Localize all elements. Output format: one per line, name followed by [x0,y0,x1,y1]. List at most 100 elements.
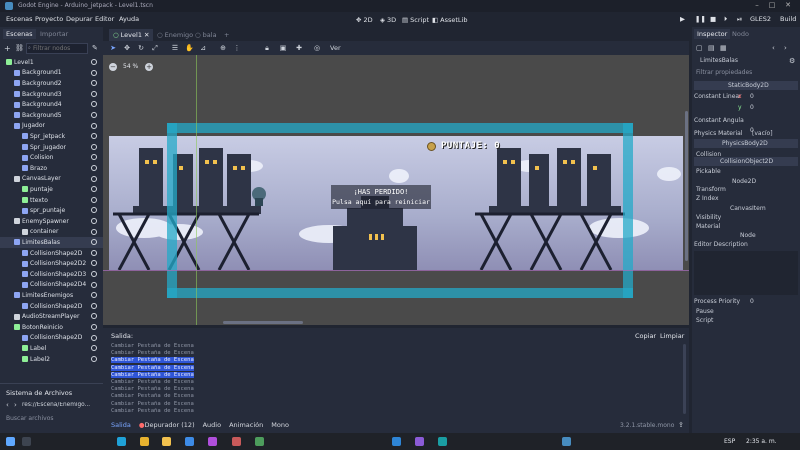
visibility-eye-icon[interactable] [91,196,97,203]
pause-icon[interactable]: ❚❚ [695,15,706,23]
windows-start-icon[interactable] [6,437,15,446]
smart-snap-icon[interactable]: ⋮ [233,44,241,52]
collision-shape-bottom[interactable] [167,288,633,298]
visibility-eye-icon[interactable] [91,175,97,182]
editor-description-field[interactable] [694,251,798,295]
ruler-icon[interactable]: ⊿ [199,44,207,52]
menu-proyecto[interactable]: Proyecto [35,15,63,23]
vscode-icon[interactable] [392,437,401,446]
scene-tree-node[interactable]: spr_puntaje [0,205,103,216]
visibility-eye-icon[interactable] [91,313,97,320]
link-icon[interactable]: ⛓ [15,44,24,52]
scene-tree-node[interactable]: puntaje [0,184,103,195]
canvas-viewport[interactable]: − 54 % + PUNTAJE: 0 ¡HAS PERDIDO! Pulsa … [103,55,689,325]
scene-tree-node[interactable]: EnemySpawner [0,216,103,227]
output-scrollbar[interactable] [683,344,686,414]
collision-shape-right[interactable] [623,123,633,298]
scene-tree-node[interactable]: ttexto [0,195,103,206]
menu-editor[interactable]: Editor [95,15,114,23]
visibility-eye-icon[interactable] [91,302,97,309]
visibility-eye-icon[interactable] [91,165,97,171]
stop-icon[interactable]: ■ [710,15,716,23]
pause-section[interactable]: Pause [696,308,714,315]
tab-bala[interactable]: ○ bala [191,29,221,41]
visibility-eye-icon[interactable] [91,260,97,267]
collision-shape-left[interactable] [167,123,177,298]
scene-tree-node[interactable]: CollisionShape2D [0,333,103,344]
search-files-input[interactable]: Buscar archivos [6,415,54,422]
visibility-eye-icon[interactable] [91,218,97,224]
history-back-icon[interactable]: ‹ [772,44,775,52]
scene-tree-node[interactable]: CollisionShape2D2 [0,258,103,269]
zoom-level[interactable]: 54 % [123,63,138,70]
scene-tree-node[interactable]: CollisionShape2D [0,248,103,259]
tab-depurador[interactable]: ●Depurador (12) [139,421,195,429]
godot-taskbar-icon[interactable] [562,437,571,446]
menu-ayuda[interactable]: Ayuda [119,15,139,23]
search-icon[interactable] [22,437,31,446]
tab-nodo[interactable]: Nodo [729,29,752,39]
chrome-icon[interactable] [140,437,149,446]
select-mode-icon[interactable]: ➤ [109,44,117,52]
snap-icon[interactable]: ⊕ [219,44,227,52]
visibility-eye-icon[interactable] [91,69,97,76]
close-tab-icon[interactable]: ✕ [144,31,149,39]
process-priority-value[interactable]: 0 [750,298,754,305]
back-icon[interactable]: ‹ [6,401,9,409]
settings-icon[interactable] [232,437,241,446]
scene-tree-node[interactable]: Spr_jugador [0,142,103,153]
physics-material-value[interactable]: [vacío] [752,130,773,137]
scene-tree-node[interactable]: LimitesBalas [0,237,103,248]
edge-icon[interactable] [117,437,126,446]
workspace-assetlib-button[interactable]: ◧ AssetLib [428,14,471,25]
scene-tree-node[interactable]: CanvasLayer [0,174,103,185]
view-menu[interactable]: Ver [330,44,341,52]
visibility-eye-icon[interactable] [91,143,97,150]
visibility-eye-icon[interactable] [91,90,97,97]
filter-properties-input[interactable]: Filtrar propiedades [696,69,752,76]
tab-inspector[interactable]: Inspector [694,29,731,39]
load-resource-icon[interactable]: ▤ [708,44,715,52]
maximize-icon[interactable]: □ [767,1,777,10]
scene-tree-node[interactable]: Background1 [0,68,103,79]
store-icon[interactable] [185,437,194,446]
visibility-eye-icon[interactable] [91,133,97,140]
mail-icon[interactable] [208,437,217,446]
bone-icon[interactable]: ✚ [295,44,303,52]
arduino-icon[interactable] [438,437,447,446]
scene-tree-node[interactable]: BotonReinicio [0,322,103,333]
language-indicator[interactable]: ESP [724,438,735,445]
add-node-icon[interactable]: + [4,44,11,53]
clock[interactable]: 2:35 a. m. [746,438,777,445]
scene-tree-node[interactable]: CollisionShape2D4 [0,280,103,291]
tab-mono[interactable]: Mono [271,421,289,429]
clear-button[interactable]: Limpiar [660,332,684,340]
linear-x-value[interactable]: 0 [750,93,754,100]
collision-shape-top[interactable] [167,123,633,133]
play-icon[interactable]: ▶ [680,15,685,23]
tab-importar[interactable]: Importar [37,29,71,39]
transform-section[interactable]: Transform [696,186,726,193]
restart-button-label[interactable]: Pulsa aquí para reiniciar [321,198,441,206]
pan-mode-icon[interactable]: ✋ [185,44,194,52]
visibility-eye-icon[interactable] [91,292,97,299]
renderer-select[interactable]: GLES2 [750,15,771,23]
scene-tree-node[interactable]: CollisionShape2D [0,301,103,312]
explorer-icon[interactable] [162,437,171,446]
visibility-section[interactable]: Visibility [696,214,721,221]
history-forward-icon[interactable]: › [784,44,787,52]
scene-tree-node[interactable]: Brazo [0,163,103,174]
pickable-section[interactable]: Pickable [696,168,721,175]
play-scene-icon[interactable]: ⏵ [724,15,727,24]
scene-tree-node[interactable]: Label2 [0,354,103,365]
visibility-eye-icon[interactable] [91,345,97,352]
new-resource-icon[interactable]: ▢ [696,44,703,52]
visibility-eye-icon[interactable] [91,271,97,277]
tab-level1[interactable]: ○ Level1 ✕ [109,29,154,41]
lock-icon[interactable]: 🔒︎ [263,44,271,52]
visibility-eye-icon[interactable] [91,122,97,129]
scene-tree-node[interactable]: Background5 [0,110,103,121]
scene-tree-node[interactable]: Jugador [0,121,103,132]
zindex-section[interactable]: Z Index [696,195,719,202]
rotate-mode-icon[interactable]: ↻ [137,44,145,52]
